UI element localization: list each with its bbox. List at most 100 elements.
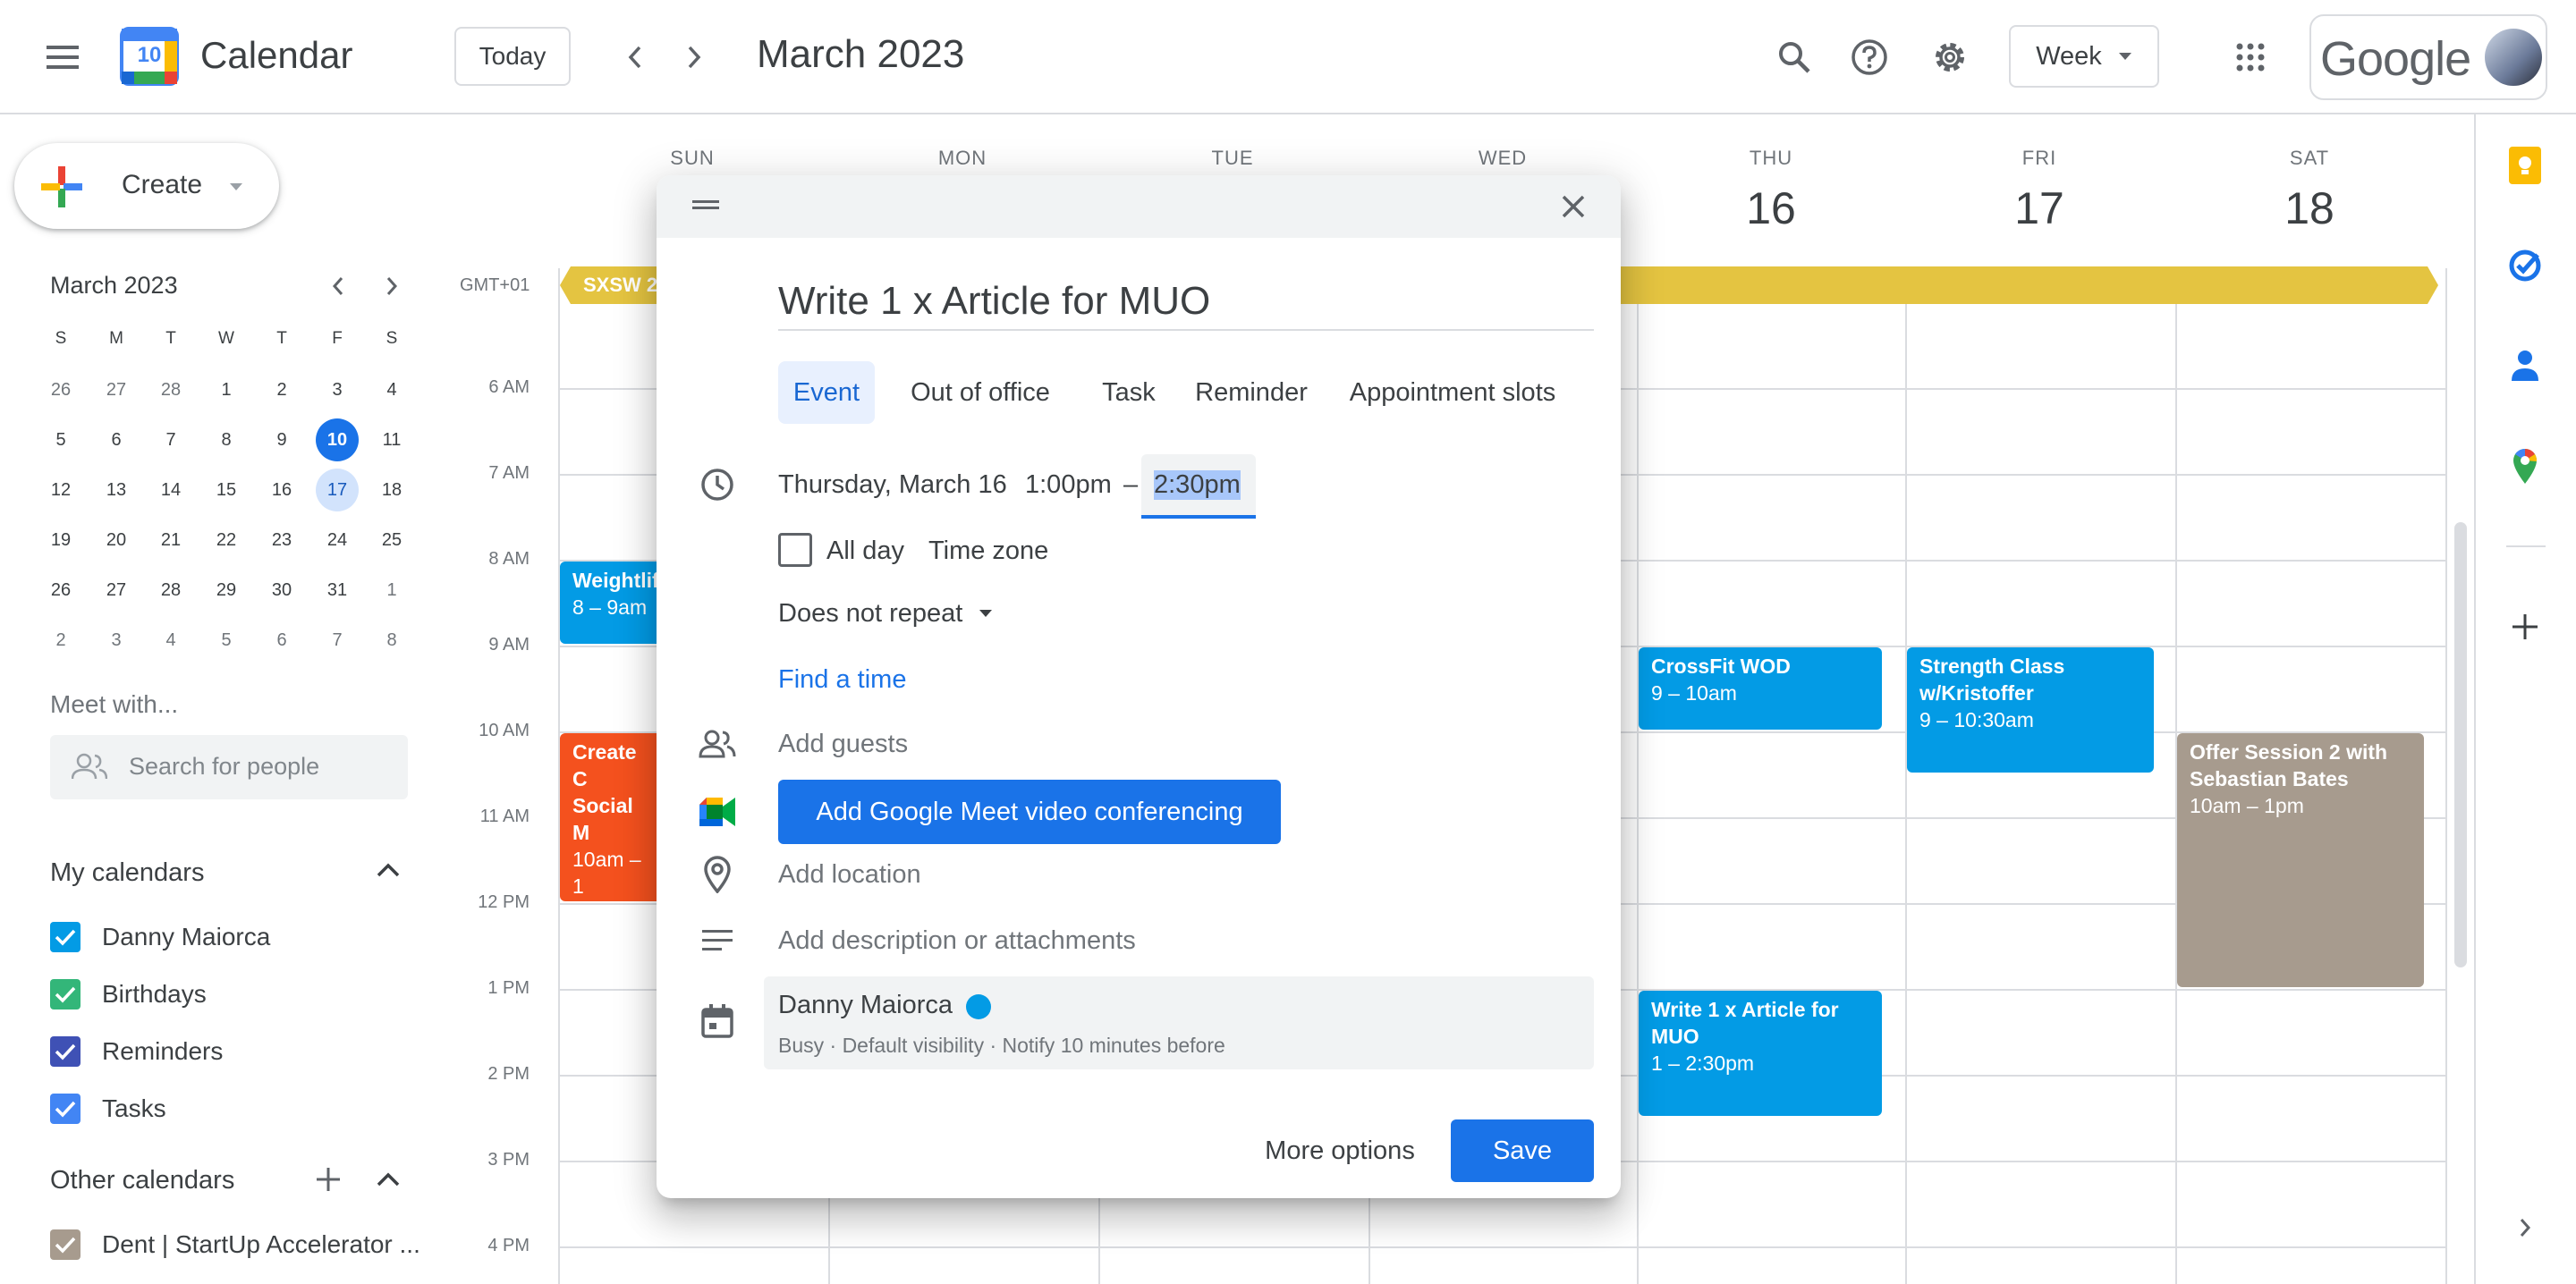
- calendar-event[interactable]: Offer Session 2 with Sebastian Bates 10am …: [2177, 733, 2424, 987]
- event-title: Strength Class: [1919, 655, 2065, 678]
- hour-label: 6 AM: [488, 377, 530, 397]
- apps-grid-icon[interactable]: [2224, 30, 2277, 84]
- tab-task[interactable]: Task: [1089, 361, 1168, 424]
- get-addons-plus-icon[interactable]: [2503, 604, 2547, 649]
- event-title-line2: Sebastian Bates: [2190, 767, 2349, 790]
- description-icon: [698, 921, 737, 960]
- tasks-icon[interactable]: [2503, 243, 2547, 288]
- allday-event-label: SXSW 2: [583, 274, 658, 296]
- event-end-time-field[interactable]: 2:30pm: [1141, 454, 1256, 519]
- hour-label: 1 PM: [487, 978, 530, 998]
- view-selector[interactable]: Week: [2009, 25, 2159, 88]
- contacts-icon[interactable]: [2503, 343, 2547, 388]
- close-icon[interactable]: [1560, 193, 1587, 220]
- grid-column-line: [1905, 268, 1907, 1284]
- calendar-logo-icon[interactable]: 10: [120, 27, 179, 86]
- all-day-label: All day: [826, 536, 905, 565]
- calendar-logo-day: 10: [137, 43, 162, 67]
- event-time: 10am – 1: [572, 848, 641, 898]
- tab-event[interactable]: Event: [778, 361, 875, 424]
- add-location-input[interactable]: Add location: [778, 860, 921, 890]
- side-panel-divider: [2506, 545, 2546, 547]
- find-a-time-link[interactable]: Find a time: [778, 665, 906, 695]
- add-google-meet-button[interactable]: Add Google Meet video conferencing: [778, 780, 1281, 844]
- event-title-value: Write 1 x Article for MUO: [778, 279, 1211, 323]
- event-time: 9 – 10:30am: [1919, 708, 2034, 731]
- dropdown-arrow-icon: [2118, 53, 2131, 60]
- dialog-drag-bar[interactable]: [657, 175, 1621, 238]
- time-range-dash: –: [1123, 470, 1139, 499]
- calendar-icon: [698, 1001, 737, 1041]
- calendar-event[interactable]: Create C Social M 10am – 1: [560, 733, 667, 901]
- event-start-time[interactable]: 1:00pm: [1025, 470, 1112, 500]
- maps-icon[interactable]: [2503, 443, 2547, 488]
- time-zone-link[interactable]: Time zone: [928, 536, 1048, 566]
- event-time: 10am – 1pm: [2190, 794, 2304, 817]
- help-icon[interactable]: [1843, 30, 1896, 84]
- day-header-name: MON: [937, 147, 987, 169]
- calendar-details: Busy · Default visibility · Notify 10 mi…: [778, 1034, 1225, 1057]
- today-button[interactable]: Today: [454, 27, 571, 86]
- event-time: 1 – 2:30pm: [1651, 1052, 1755, 1075]
- account-switcher[interactable]: Google: [2309, 14, 2547, 100]
- event-title: Create C: [572, 740, 637, 790]
- day-header-name: TUE: [1211, 147, 1254, 169]
- chevron-left-icon[interactable]: [614, 32, 657, 82]
- calendar-event[interactable]: Write 1 x Article for MUO 1 – 2:30pm: [1639, 991, 1882, 1116]
- main-menu-icon[interactable]: [38, 32, 88, 82]
- hour-label: 10 AM: [479, 721, 530, 740]
- hour-label: 8 AM: [488, 549, 530, 569]
- event-title-input[interactable]: Write 1 x Article for MUO: [778, 275, 1594, 331]
- calendar-event[interactable]: Weightlif 8 – 9am: [560, 562, 667, 644]
- event-title-line2: w/Kristoffer: [1919, 681, 2034, 705]
- event-title: Write 1 x Article for: [1651, 998, 1839, 1021]
- tab-appointment-slots[interactable]: Appointment slots: [1335, 361, 1571, 424]
- day-header-name: SAT: [2289, 147, 2330, 169]
- settings-gear-icon[interactable]: [1923, 30, 1977, 84]
- timezone-label: GMT+01: [460, 275, 530, 295]
- day-header-number[interactable]: 17: [1905, 182, 2174, 234]
- more-options-button[interactable]: More options: [1241, 1119, 1438, 1182]
- keep-icon[interactable]: [2503, 143, 2547, 188]
- google-meet-icon: [698, 792, 737, 832]
- calendar-event[interactable]: Strength Class w/Kristoffer 9 – 10:30am: [1907, 647, 2154, 773]
- hour-label: 12 PM: [478, 892, 530, 912]
- repeat-dropdown-arrow-icon: [979, 610, 993, 617]
- grid-scrollbar-thumb[interactable]: [2454, 522, 2467, 967]
- event-title: Offer Session 2 with: [2190, 740, 2388, 764]
- calendar-color-dot: [966, 994, 991, 1019]
- day-header-name: FRI: [2021, 147, 2057, 169]
- day-header-number[interactable]: 16: [1637, 182, 1905, 234]
- calendar-settings-box[interactable]: Danny Maiorca Busy · Default visibility …: [764, 976, 1594, 1069]
- calendar-owner-name: Danny Maiorca: [778, 991, 953, 1019]
- event-title-line2: MUO: [1651, 1025, 1699, 1048]
- calendar-event[interactable]: CrossFit WOD 9 – 10am: [1639, 647, 1882, 730]
- expand-panel-chevron-icon[interactable]: [2503, 1205, 2547, 1250]
- quick-event-dialog: Write 1 x Article for MUO Event Out of o…: [657, 175, 1621, 1198]
- event-title: Weightlif: [572, 569, 659, 592]
- add-description-input[interactable]: Add description or attachments: [778, 926, 1136, 956]
- drag-handle-icon[interactable]: [692, 199, 719, 211]
- hour-label: 2 PM: [487, 1064, 530, 1084]
- clock-icon: [698, 465, 737, 504]
- chevron-right-icon[interactable]: [673, 32, 716, 82]
- day-header-name: WED: [1478, 147, 1528, 169]
- day-header-number[interactable]: 18: [2175, 182, 2444, 234]
- repeat-dropdown[interactable]: Does not repeat: [778, 596, 993, 631]
- grid-column-line: [2445, 268, 2447, 1284]
- hour-label: 4 PM: [487, 1236, 530, 1255]
- search-icon[interactable]: [1767, 30, 1821, 84]
- hour-label: 7 AM: [488, 463, 530, 483]
- event-date[interactable]: Thursday, March 16: [778, 470, 1007, 500]
- tab-out-of-office[interactable]: Out of office: [893, 361, 1068, 424]
- add-guests-input[interactable]: Add guests: [778, 730, 908, 759]
- repeat-label: Does not repeat: [778, 598, 963, 628]
- grid-column-line: [1637, 268, 1639, 1284]
- avatar[interactable]: [2485, 29, 2542, 86]
- tab-reminder[interactable]: Reminder: [1188, 361, 1315, 424]
- hour-label: 9 AM: [488, 635, 530, 655]
- event-title: CrossFit WOD: [1651, 655, 1791, 678]
- event-time: 8 – 9am: [572, 596, 648, 619]
- all-day-checkbox[interactable]: [778, 533, 812, 567]
- save-button[interactable]: Save: [1451, 1119, 1594, 1182]
